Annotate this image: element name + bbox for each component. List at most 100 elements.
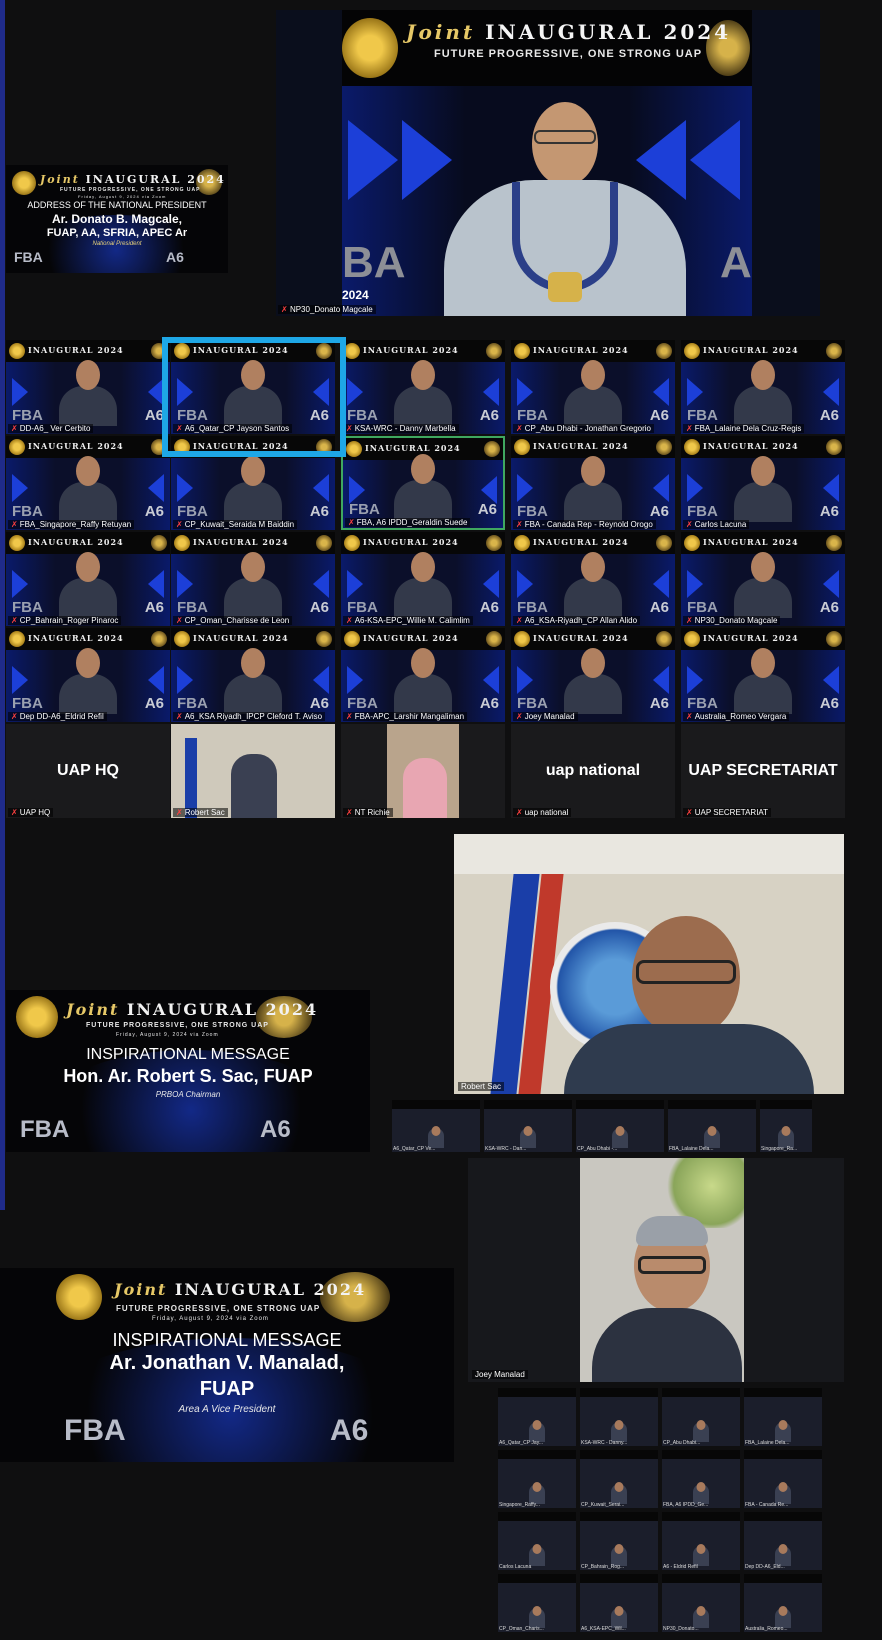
mini-thumbnail[interactable]: A6 - Eldrid Refil: [662, 1512, 740, 1570]
participant-name: ✗ uap national: [513, 808, 572, 817]
mini-thumbnail[interactable]: Carlos Lacuna: [498, 1512, 576, 1570]
participant-tile[interactable]: INAUGURAL 2024 FBA A6 ✗ A6_KSA-Riyadh_CP All…: [511, 532, 675, 626]
participant-tile[interactable]: INAUGURAL 2024 FBA A6 ✗ FBA_Lalaine Dela Cru…: [681, 340, 845, 434]
participant-name-text: CP_Abu Dhabi - Jonathan Gregorio: [524, 424, 651, 433]
mini-thumbnail[interactable]: FBA_Lalaine Dela...: [744, 1388, 822, 1446]
participant-tile[interactable]: INAUGURAL 2024 FBA A6 ✗ Australia_Romeo Verg…: [681, 628, 845, 722]
thumb-banner: [662, 1450, 740, 1459]
participant-tile[interactable]: INAUGURAL 2024 FBA A6 ✗ FBA, A6 IPDD_Geraldi…: [341, 436, 505, 530]
thumb-banner: [580, 1512, 658, 1521]
tile-label: uap national: [545, 762, 641, 779]
thumb-banner: [576, 1100, 664, 1109]
tile-banner-text: INAUGURAL 2024: [703, 537, 799, 547]
uap-seal-icon: [9, 631, 25, 647]
tile-banner-text: INAUGURAL 2024: [703, 633, 799, 643]
participant-name-text: A6_KSA Riyadh_IPCP Cleford T. Aviso: [184, 712, 323, 721]
participant-tile[interactable]: INAUGURAL 2024 FBA A6 ✗ FBA_Singapore_Raffy …: [6, 436, 170, 530]
thumb-head: [707, 1126, 717, 1136]
participant-avatar: [59, 360, 117, 426]
participant-avatar: [224, 456, 282, 522]
participant-tile[interactable]: INAUGURAL 2024 FBA A6 ✗ KSA-WRC - Danny Marb…: [341, 340, 505, 434]
strip-thumbnail[interactable]: CP_Abu Dhabi -...: [576, 1100, 664, 1152]
uap-seal-icon: [174, 631, 190, 647]
fba-seal-icon: [151, 631, 167, 647]
fba-seal-icon: [656, 631, 672, 647]
participant-tile[interactable]: INAUGURAL 2024 FBA A6 ✗ DD-A6_ Ver Cerbito: [6, 340, 170, 434]
tile-banner-text: INAUGURAL 2024: [363, 633, 459, 643]
mini-thumbnail[interactable]: A6_Qatar_CP Jay...: [498, 1388, 576, 1446]
strip-thumbnail[interactable]: KSA-WRC - Dan...: [484, 1100, 572, 1152]
mini-thumbnail[interactable]: CP_Bahrain_Rog...: [580, 1512, 658, 1570]
chevron-right-icon: [653, 666, 669, 694]
manalad-banner-joint: Joint: [114, 1280, 168, 1299]
thumb-head: [532, 1544, 542, 1554]
participant-name-text: CP_Kuwait_Seraida M Baiddin: [184, 520, 295, 529]
participant-tile[interactable]: INAUGURAL 2024 FBA A6 ✗ A6-KSA-EPC_Willie M.…: [341, 532, 505, 626]
participant-name: ✗ CP_Kuwait_Seraida M Baiddin: [173, 520, 298, 529]
participant-tile-plain[interactable]: UAP SECRETARIAT ✗ UAP SECRETARIAT: [681, 724, 845, 818]
tile-a6: A6: [819, 407, 839, 424]
participant-tile-plain[interactable]: ✗ NT Richie: [341, 724, 505, 818]
participant-tile-plain[interactable]: uap national ✗ uap national: [511, 724, 675, 818]
mic-muted-icon: ✗: [686, 520, 693, 529]
mini-thumbnail[interactable]: A6_KSA-EPC_Wil...: [580, 1574, 658, 1632]
mini-thumbnail[interactable]: FBA, A6 IPDD_Ge...: [662, 1450, 740, 1508]
mini-thumbnail[interactable]: Dep DD-A6_Eld...: [744, 1512, 822, 1570]
participant-tile[interactable]: INAUGURAL 2024 FBA A6 ✗ Joey Manalad: [511, 628, 675, 722]
thumb-banner: [498, 1512, 576, 1521]
mic-muted-icon: ✗: [346, 424, 353, 433]
tile-fba: FBA: [517, 599, 548, 616]
mini-thumbnail[interactable]: Australia_Romeo...: [744, 1574, 822, 1632]
participant-tile[interactable]: INAUGURAL 2024 FBA A6 ✗ A6_KSA Riyadh_IPCP C…: [171, 628, 335, 722]
mic-muted-icon: ✗: [348, 518, 355, 527]
participant-name-text: Australia_Romeo Vergara: [694, 712, 787, 721]
mini-thumbnail[interactable]: NP30_Donato...: [662, 1574, 740, 1632]
mic-muted-icon: ✗: [11, 424, 18, 433]
thumb-banner: [498, 1450, 576, 1459]
participant-tile[interactable]: INAUGURAL 2024 FBA A6 ✗ CP_Oman_Charisse de …: [171, 532, 335, 626]
thumb-head: [696, 1420, 706, 1430]
chevron-right-icon: [483, 570, 499, 598]
tile-banner-text: INAUGURAL 2024: [193, 633, 289, 643]
participant-tile-plain[interactable]: UAP HQ ✗ UAP HQ: [6, 724, 170, 818]
mic-muted-icon: ✗: [281, 305, 288, 314]
participant-tile[interactable]: INAUGURAL 2024 FBA A6 ✗ CP_Bahrain_Roger Pin…: [6, 532, 170, 626]
sac-video[interactable]: Robert Sac: [454, 834, 844, 1094]
strip-thumbnail[interactable]: Singapore_Ra...: [760, 1100, 812, 1152]
manalad-video[interactable]: Joey Manalad: [468, 1158, 844, 1382]
sac-banner-title-text: INAUGURAL 2024: [126, 1000, 319, 1019]
mini-thumbnail[interactable]: CP_Oman_Charis...: [498, 1574, 576, 1632]
strip-thumbnail[interactable]: FBA_Lalaine Dela...: [668, 1100, 756, 1152]
highlight-frame: [162, 337, 346, 457]
tile-banner-text: INAUGURAL 2024: [363, 345, 459, 355]
thumb-head: [614, 1606, 624, 1616]
participant-tile[interactable]: INAUGURAL 2024 FBA A6 ✗ NP30_Donato Magcale: [681, 532, 845, 626]
participant-tile-plain[interactable]: ✗ Robert Sac: [171, 724, 335, 818]
participant-tile[interactable]: INAUGURAL 2024 FBA A6 ✗ FBA-APC_Larshir Mang…: [341, 628, 505, 722]
tile-fba: FBA: [687, 407, 718, 424]
tile-a6: A6: [819, 503, 839, 520]
strip-thumbnail[interactable]: A6_Qatar_CP Ve...: [392, 1100, 480, 1152]
participant-tile[interactable]: INAUGURAL 2024 FBA A6 ✗ Carlos Lacuna: [681, 436, 845, 530]
mini-thumbnail[interactable]: KSA-WRC - Danny...: [580, 1388, 658, 1446]
participant-tile[interactable]: INAUGURAL 2024 FBA A6 ✗ CP_Abu Dhabi - Jonat…: [511, 340, 675, 434]
fba-seal-icon: [826, 631, 842, 647]
participant-name: ✗ CP_Bahrain_Roger Pinaroc: [8, 616, 122, 625]
mini-thumbnail[interactable]: CP_Abu Dhabi...: [662, 1388, 740, 1446]
thumb-banner: [580, 1388, 658, 1397]
fba-seal-icon: [826, 439, 842, 455]
tile-banner-text: INAUGURAL 2024: [533, 537, 629, 547]
thumb-name: A6 - Eldrid Refil: [663, 1564, 698, 1570]
thumb-name: NP30_Donato...: [663, 1626, 699, 1632]
top-speaker-video[interactable]: Joint INAUGURAL 2024 FUTURE PROGRESSIVE,…: [276, 10, 820, 316]
fba-seal-icon: [316, 535, 332, 551]
mini-thumbnail[interactable]: Singapore_Raffy...: [498, 1450, 576, 1508]
tile-fba: FBA: [177, 695, 208, 712]
mini-thumbnail[interactable]: CP_Kuwait_Serai...: [580, 1450, 658, 1508]
participant-tile[interactable]: INAUGURAL 2024 FBA A6 ✗ FBA - Canada Rep - R…: [511, 436, 675, 530]
mini-thumbnail[interactable]: FBA - Canada Re...: [744, 1450, 822, 1508]
mic-muted-icon: ✗: [516, 424, 523, 433]
mic-muted-icon: ✗: [11, 712, 18, 721]
chevron-right-icon: [823, 474, 839, 502]
participant-tile[interactable]: INAUGURAL 2024 FBA A6 ✗ Dep DD-A6_Eldrid Ref…: [6, 628, 170, 722]
